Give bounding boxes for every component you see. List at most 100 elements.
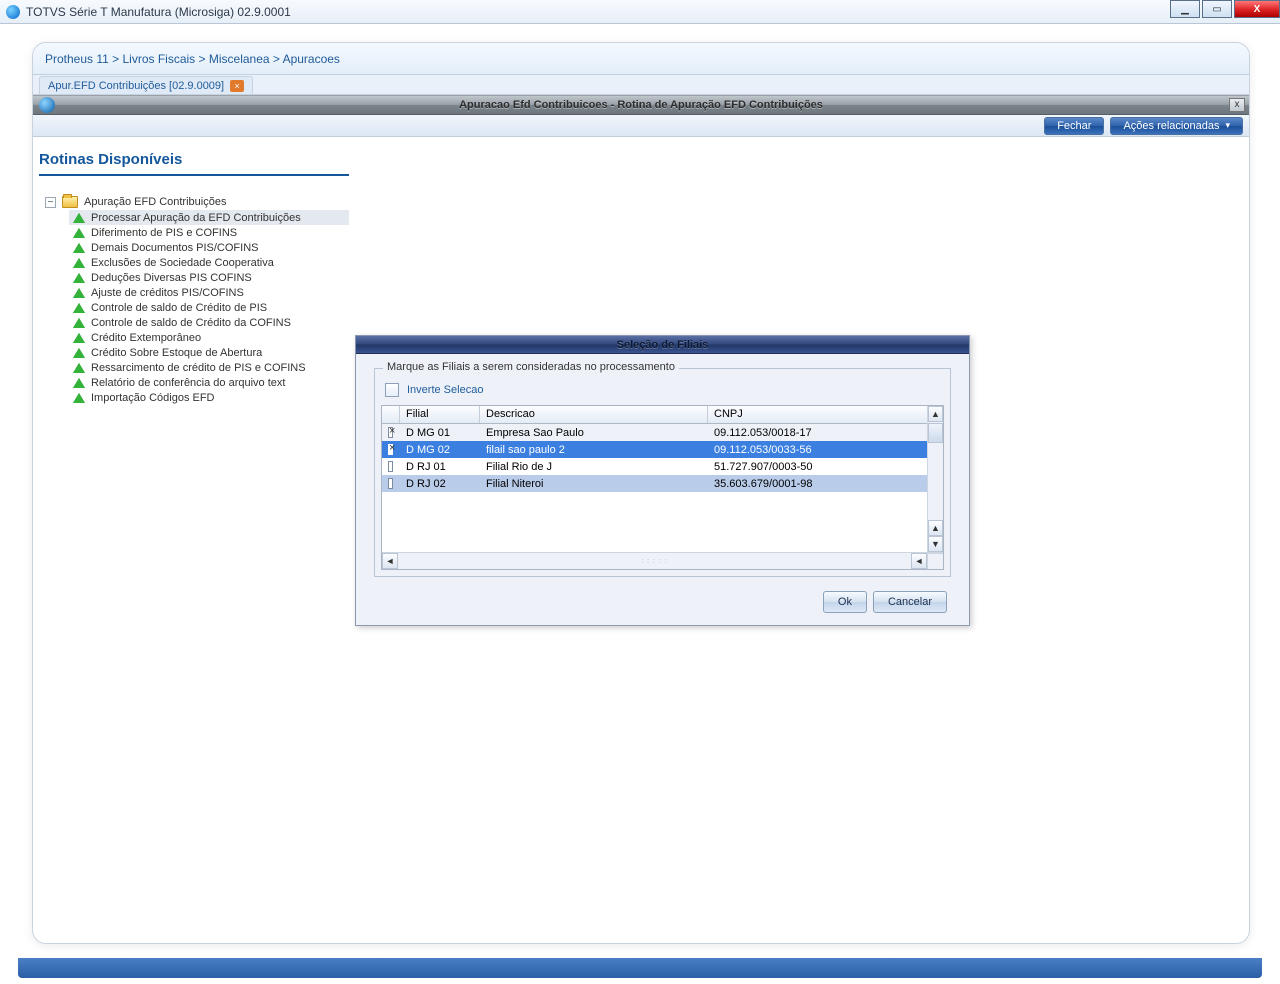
- tree-item-label: Deduções Diversas PIS COFINS: [91, 272, 252, 284]
- sidebar: Rotinas Disponíveis − Apuração EFD Contr…: [33, 137, 355, 943]
- tree-root-label: Apuração EFD Contribuições: [84, 196, 226, 208]
- grid-header-cnpj[interactable]: CNPJ: [708, 406, 943, 423]
- grid-header-check[interactable]: [382, 406, 400, 423]
- scroll-left-button-2[interactable]: ◄: [911, 553, 927, 569]
- tree-item[interactable]: Controle de saldo de Crédito da COFINS: [69, 315, 349, 330]
- tree-item[interactable]: Importação Códigos EFD: [69, 390, 349, 405]
- app-icon: [6, 5, 20, 19]
- cell-filial: D RJ 01: [400, 461, 480, 473]
- dialog-selecao-filiais: Seleção de Filiais Marque as Filiais a s…: [355, 335, 970, 626]
- main-panel: Seleção de Filiais Marque as Filiais a s…: [355, 137, 1249, 943]
- tree-item[interactable]: Deduções Diversas PIS COFINS: [69, 270, 349, 285]
- cell-descricao: Filial Niteroi: [480, 478, 708, 490]
- fechar-button[interactable]: Fechar: [1044, 117, 1104, 135]
- cell-descricao: Empresa Sao Paulo: [480, 427, 708, 439]
- tree-item[interactable]: Demais Documentos PIS/COFINS: [69, 240, 349, 255]
- tree-item[interactable]: Ajuste de créditos PIS/COFINS: [69, 285, 349, 300]
- scroll-up-button-2[interactable]: ▲: [928, 520, 943, 536]
- scroll-thumb[interactable]: [928, 423, 943, 443]
- routine-tree: − Apuração EFD Contribuições Processar A…: [39, 196, 349, 405]
- tab-strip: Apur.EFD Contribuições [02.9.0009] ×: [33, 75, 1249, 95]
- triangle-icon: [73, 258, 85, 268]
- scroll-up-button[interactable]: ▲: [928, 406, 943, 422]
- folder-icon: [62, 196, 78, 208]
- scroll-down-button[interactable]: ▼: [928, 536, 943, 552]
- ok-button[interactable]: Ok: [823, 591, 867, 613]
- horizontal-scrollbar[interactable]: ◄ : : : : : ◄ ►: [382, 552, 943, 569]
- tree-item[interactable]: Crédito Sobre Estoque de Abertura: [69, 345, 349, 360]
- cancel-button[interactable]: Cancelar: [873, 591, 947, 613]
- tree-item-label: Controle de saldo de Crédito de PIS: [91, 302, 267, 314]
- tree-item[interactable]: Diferimento de PIS e COFINS: [69, 225, 349, 240]
- cell-cnpj: 09.112.053/0018-17: [708, 427, 943, 439]
- tree-item-label: Processar Apuração da EFD Contribuições: [91, 212, 301, 224]
- main-card: Protheus 11 > Livros Fiscais > Miscelane…: [32, 42, 1250, 944]
- tab-close-icon[interactable]: ×: [230, 80, 244, 92]
- window-title: TOTVS Série T Manufatura (Microsiga) 02.…: [26, 5, 291, 19]
- tree-item-label: Ressarcimento de crédito de PIS e COFINS: [91, 362, 306, 374]
- tree-item[interactable]: Relatório de conferência do arquivo text: [69, 375, 349, 390]
- scroll-track[interactable]: : : : : :: [398, 553, 911, 569]
- cell-cnpj: 51.727.907/0003-50: [708, 461, 943, 473]
- window-titlebar: TOTVS Série T Manufatura (Microsiga) 02.…: [0, 0, 1280, 24]
- tree-item[interactable]: Crédito Extemporâneo: [69, 330, 349, 345]
- cell-filial: D RJ 02: [400, 478, 480, 490]
- tree-item-label: Demais Documentos PIS/COFINS: [91, 242, 259, 254]
- dialog-legend: Marque as Filiais a serem consideradas n…: [383, 361, 679, 373]
- table-row[interactable]: D MG 02filail sao paulo 209.112.053/0033…: [382, 441, 943, 458]
- grid-header-descricao[interactable]: Descricao: [480, 406, 708, 423]
- cell-cnpj: 35.603.679/0001-98: [708, 478, 943, 490]
- vertical-scrollbar[interactable]: ▲ ▲ ▼: [927, 406, 943, 552]
- tree-item[interactable]: Processar Apuração da EFD Contribuições: [69, 210, 349, 225]
- row-checkbox[interactable]: [388, 461, 393, 472]
- row-checkbox-cell[interactable]: [382, 461, 400, 472]
- grid-header: Filial Descricao CNPJ: [382, 406, 943, 424]
- cell-descricao: Filial Rio de J: [480, 461, 708, 473]
- row-checkbox[interactable]: [388, 478, 393, 489]
- tree-collapse-icon[interactable]: −: [45, 197, 56, 208]
- tree-item-label: Crédito Extemporâneo: [91, 332, 201, 344]
- scroll-corner: [927, 553, 943, 569]
- window-minimize-button[interactable]: ▁: [1170, 0, 1200, 18]
- tree-item-label: Ajuste de créditos PIS/COFINS: [91, 287, 244, 299]
- dialog-fieldset: Marque as Filiais a serem consideradas n…: [374, 368, 951, 577]
- tree-item-label: Crédito Sobre Estoque de Abertura: [91, 347, 262, 359]
- filiais-grid: Filial Descricao CNPJ D MG 01Empresa Sao…: [381, 405, 944, 570]
- window-close-button[interactable]: X: [1234, 0, 1280, 18]
- tree-item-label: Relatório de conferência do arquivo text: [91, 377, 285, 389]
- grid-header-filial[interactable]: Filial: [400, 406, 480, 423]
- triangle-icon: [73, 393, 85, 403]
- triangle-icon: [73, 318, 85, 328]
- row-checkbox[interactable]: [388, 444, 393, 455]
- invert-selection-checkbox[interactable]: [385, 383, 399, 397]
- row-checkbox[interactable]: [388, 427, 393, 438]
- triangle-icon: [73, 213, 85, 223]
- tree-item[interactable]: Controle de saldo de Crédito de PIS: [69, 300, 349, 315]
- invert-selection-row[interactable]: Inverte Selecao: [385, 383, 944, 397]
- window-maximize-button[interactable]: ▭: [1202, 0, 1232, 18]
- row-checkbox-cell[interactable]: [382, 427, 400, 438]
- chevron-down-icon: ▾: [1225, 120, 1230, 131]
- inner-window-title: Apuracao Efd Contribuicoes - Rotina de A…: [33, 99, 1249, 111]
- cell-filial: D MG 01: [400, 427, 480, 439]
- tree-item[interactable]: Exclusões de Sociedade Cooperativa: [69, 255, 349, 270]
- row-checkbox-cell[interactable]: [382, 478, 400, 489]
- tab-apur-efd[interactable]: Apur.EFD Contribuições [02.9.0009] ×: [39, 76, 253, 94]
- inner-window-close-button[interactable]: x: [1229, 98, 1245, 112]
- triangle-icon: [73, 288, 85, 298]
- scroll-left-button[interactable]: ◄: [382, 553, 398, 569]
- row-checkbox-cell[interactable]: [382, 444, 400, 455]
- toolbar: Fechar Ações relacionadas▾: [33, 115, 1249, 137]
- sidebar-title: Rotinas Disponíveis: [39, 151, 349, 176]
- inner-window-header: Apuracao Efd Contribuicoes - Rotina de A…: [33, 95, 1249, 115]
- table-row[interactable]: D RJ 01Filial Rio de J51.727.907/0003-50: [382, 458, 943, 475]
- acoes-relacionadas-button[interactable]: Ações relacionadas▾: [1110, 117, 1243, 135]
- triangle-icon: [73, 243, 85, 253]
- tree-item[interactable]: Ressarcimento de crédito de PIS e COFINS: [69, 360, 349, 375]
- cell-filial: D MG 02: [400, 444, 480, 456]
- tree-root[interactable]: − Apuração EFD Contribuições: [45, 196, 349, 208]
- table-row[interactable]: D MG 01Empresa Sao Paulo09.112.053/0018-…: [382, 424, 943, 441]
- table-row[interactable]: D RJ 02Filial Niteroi35.603.679/0001-98: [382, 475, 943, 492]
- cell-descricao: filail sao paulo 2: [480, 444, 708, 456]
- breadcrumb[interactable]: Protheus 11 > Livros Fiscais > Miscelane…: [45, 52, 340, 66]
